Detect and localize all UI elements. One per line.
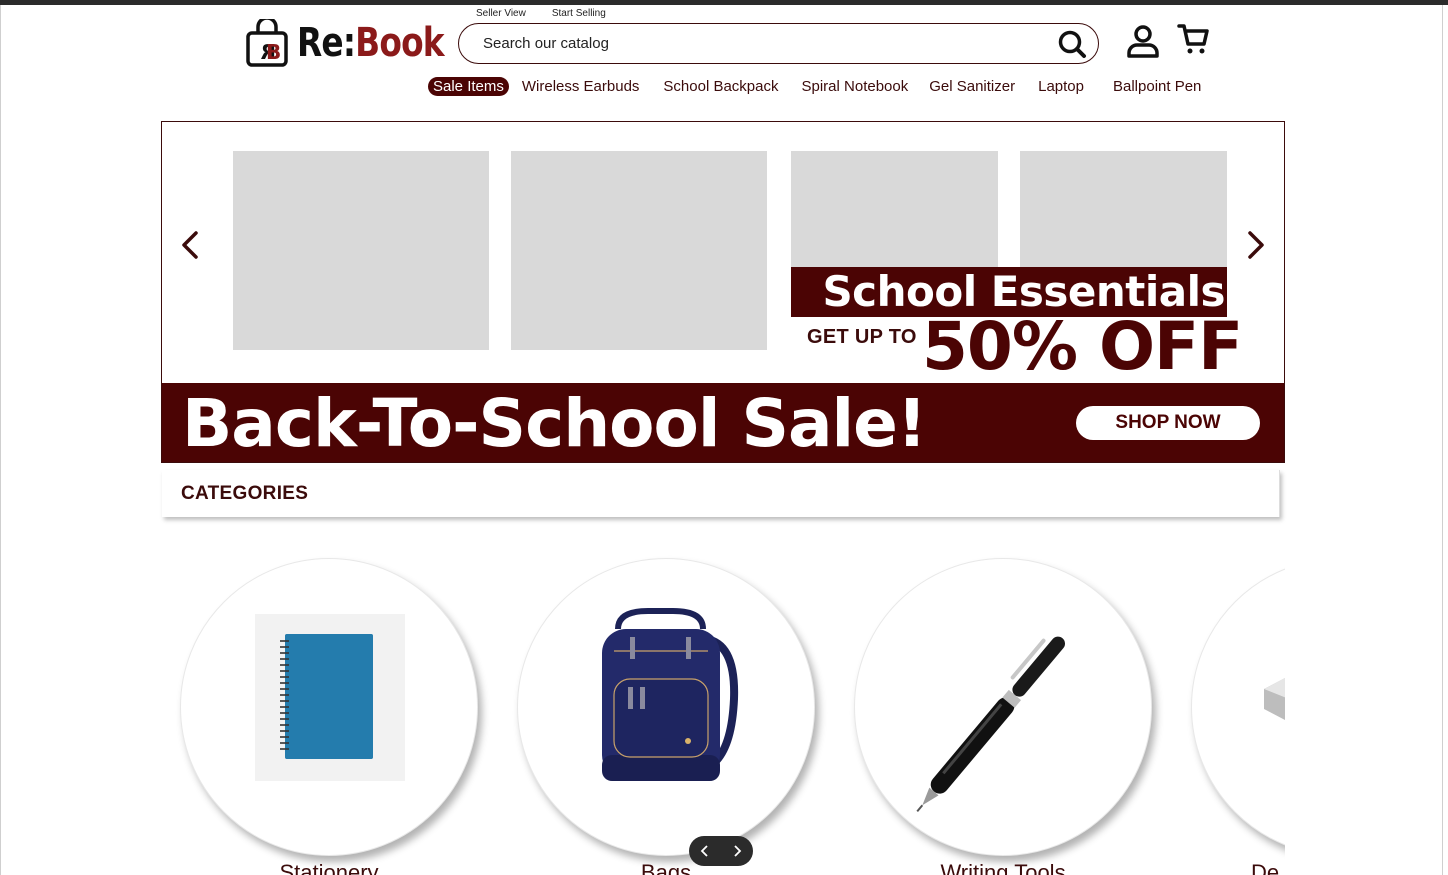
- nav-gel-sanitizer[interactable]: Gel Sanitizer: [929, 78, 1015, 95]
- svg-text:B: B: [266, 40, 281, 64]
- nav-spiral-notebook[interactable]: Spiral Notebook: [802, 78, 909, 95]
- chevron-left-icon[interactable]: [178, 230, 204, 265]
- pen-image: [916, 636, 1065, 813]
- shopping-bag-logo-icon: R B: [246, 19, 288, 67]
- nav-laptop[interactable]: Laptop: [1038, 78, 1084, 95]
- search-icon[interactable]: [1056, 28, 1088, 65]
- sale-title: Back-To-School Sale!: [182, 385, 927, 462]
- logo-re: Re:: [297, 20, 356, 66]
- banner-image-placeholder: [791, 151, 998, 267]
- banner-discount: 50% OFF: [922, 308, 1243, 385]
- logo[interactable]: R B Re:Book: [245, 18, 476, 68]
- banner-image-placeholder: [511, 151, 767, 350]
- page-border-left: [0, 5, 1, 875]
- pager-next-icon[interactable]: [731, 844, 743, 858]
- search-bar: [458, 23, 1099, 64]
- category-bags[interactable]: [517, 558, 815, 856]
- category-label: Writing Tools: [940, 860, 1066, 875]
- category-label: Bags: [640, 860, 692, 875]
- nav-ballpoint-pen[interactable]: Ballpoint Pen: [1113, 78, 1201, 95]
- category-partial[interactable]: [1191, 558, 1285, 856]
- category-label: Stationery: [279, 860, 379, 875]
- logo-wordmark: Re:Book: [297, 20, 445, 66]
- nav-sale-items[interactable]: Sale Items: [428, 77, 509, 96]
- cart-icon[interactable]: [1177, 22, 1211, 61]
- sale-band: Back-To-School Sale! SHOP NOW: [162, 383, 1284, 462]
- nav-wireless-earbuds[interactable]: Wireless Earbuds: [522, 78, 640, 95]
- notebook-image: [255, 614, 405, 781]
- seller-links: Seller View Start Selling: [476, 8, 606, 19]
- pager-prev-icon[interactable]: [699, 844, 711, 858]
- category-label: De: [1251, 860, 1280, 875]
- carousel-pager: [689, 836, 753, 866]
- user-icon[interactable]: [1126, 24, 1160, 63]
- category-writing-tools[interactable]: [854, 558, 1152, 856]
- search-input[interactable]: [483, 35, 1043, 52]
- logo-book: Book: [355, 20, 444, 66]
- banner-image-placeholder: [1020, 151, 1227, 267]
- promo-banner[interactable]: School Essentials GET UP TO 50% OFF Back…: [161, 121, 1285, 463]
- banner-image-placeholder: [233, 151, 489, 350]
- page-border-right: [1442, 5, 1443, 875]
- top-strip: [0, 0, 1448, 5]
- start-selling-link[interactable]: Start Selling: [552, 8, 606, 19]
- banner-get-up-to: GET UP TO: [807, 326, 917, 348]
- device-image: [1264, 678, 1285, 720]
- category-carousel: Stationery Bags Writing Tools De: [161, 540, 1285, 875]
- categories-header: CATEGORIES: [162, 470, 1280, 517]
- nav-school-backpack[interactable]: School Backpack: [663, 78, 778, 95]
- shop-now-button[interactable]: SHOP NOW: [1076, 406, 1260, 440]
- categories-title: CATEGORIES: [181, 483, 309, 504]
- chevron-right-icon[interactable]: [1242, 230, 1268, 265]
- category-stationery[interactable]: [180, 558, 478, 856]
- backpack-image: [602, 608, 739, 781]
- category-nav: Sale Items Wireless Earbuds School Backp…: [428, 77, 1201, 96]
- seller-view-link[interactable]: Seller View: [476, 8, 526, 19]
